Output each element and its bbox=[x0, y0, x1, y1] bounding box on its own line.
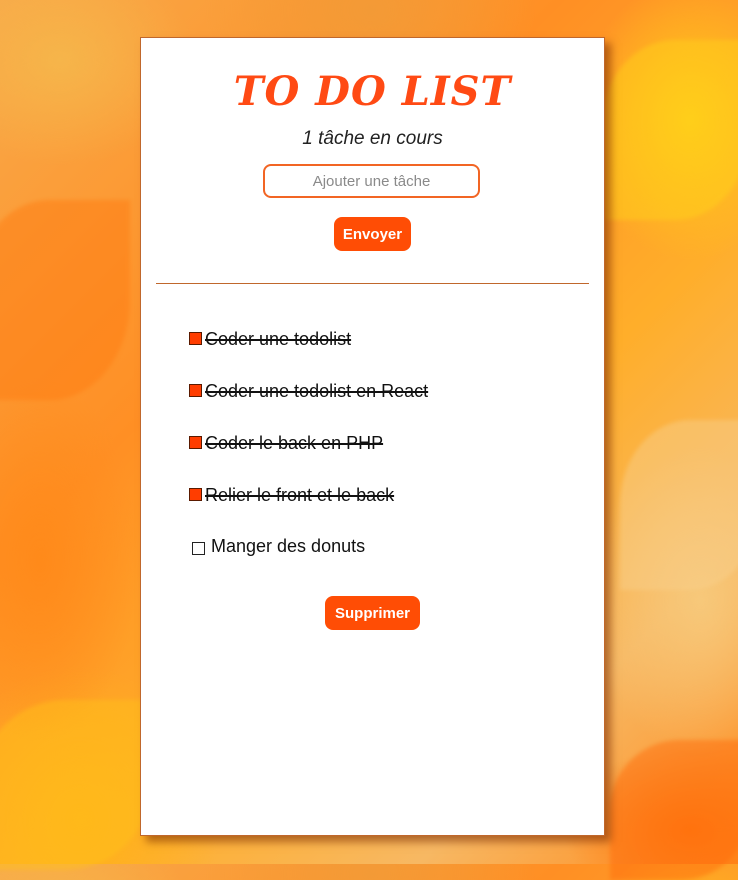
app-title: TO DO LIST bbox=[233, 68, 512, 115]
background-leaf bbox=[620, 420, 738, 590]
delete-button[interactable]: Supprimer bbox=[325, 596, 420, 630]
background-leaf bbox=[0, 700, 150, 870]
pending-count: 1 tâche en cours bbox=[302, 128, 443, 149]
background-leaf bbox=[600, 40, 738, 220]
divider bbox=[156, 283, 589, 284]
task-label: Coder le back en PHP bbox=[205, 433, 384, 453]
todo-card: TO DO LIST 1 tâche en cours Envoyer Code… bbox=[140, 37, 605, 836]
send-button[interactable]: Envoyer bbox=[334, 217, 411, 251]
task-label: Coder une todolist en React bbox=[205, 381, 429, 401]
task-label: Manger des donuts bbox=[211, 536, 366, 556]
task-label: Coder une todolist bbox=[205, 329, 352, 349]
task-checkbox[interactable] bbox=[189, 332, 202, 345]
task-checkbox[interactable] bbox=[189, 384, 202, 397]
task-checkbox[interactable] bbox=[192, 542, 205, 555]
task-label: Relier le front et le back bbox=[205, 485, 395, 505]
task-checkbox[interactable] bbox=[189, 488, 202, 501]
background-leaf bbox=[610, 740, 738, 880]
add-task-input[interactable] bbox=[263, 164, 480, 198]
background-leaf bbox=[0, 200, 130, 400]
task-checkbox[interactable] bbox=[189, 436, 202, 449]
